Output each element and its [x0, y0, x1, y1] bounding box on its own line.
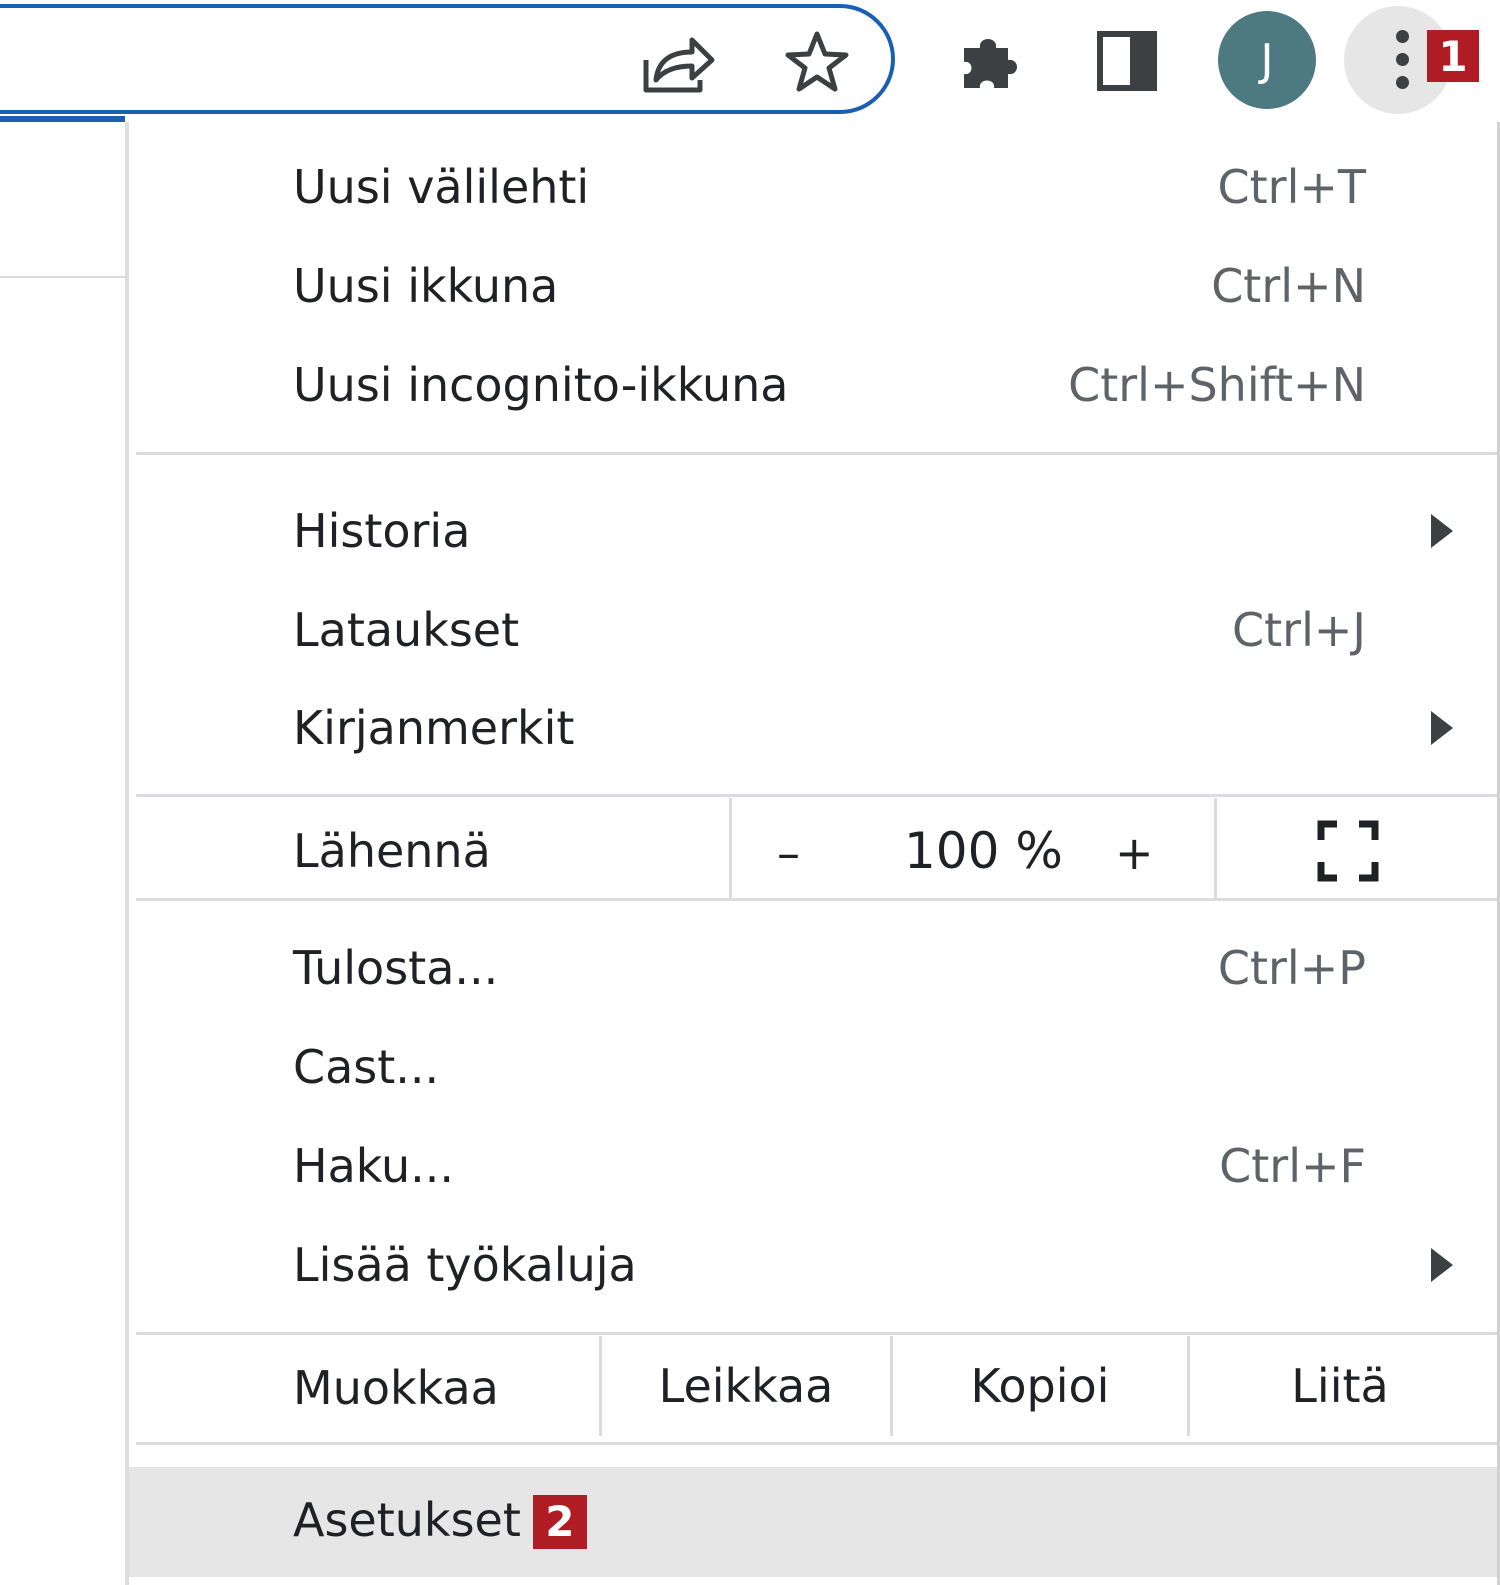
chrome-menu: Uusi välilehti Ctrl+T Uusi ikkuna Ctrl+N… — [129, 122, 1500, 1585]
menu-separator — [136, 452, 1497, 455]
menu-item-new-tab[interactable]: Uusi välilehti Ctrl+T — [129, 138, 1497, 236]
menu-item-new-window[interactable]: Uusi ikkuna Ctrl+N — [129, 237, 1497, 335]
zoom-out-button[interactable]: – — [777, 826, 800, 880]
zoom-divider — [729, 798, 732, 898]
menu-item-label: Kirjanmerkit — [293, 701, 575, 755]
paste-button[interactable]: Liitä — [1190, 1336, 1490, 1436]
submenu-arrow-icon — [1431, 1248, 1453, 1282]
menu-item-shortcut: Ctrl+J — [1232, 603, 1366, 657]
menu-item-print[interactable]: Tulosta... Ctrl+P — [129, 919, 1497, 1017]
zoom-row: Lähennä – 100 % + — [129, 798, 1497, 902]
menu-item-label: Tulosta... — [293, 941, 499, 995]
share-icon[interactable] — [640, 30, 716, 96]
browser-toolbar: J 1 — [0, 0, 1500, 120]
copy-button[interactable]: Kopioi — [893, 1336, 1187, 1436]
menu-item-more-tools[interactable]: Lisää työkaluja — [129, 1216, 1497, 1314]
settings-label: Asetukset — [293, 1493, 521, 1547]
submenu-arrow-icon — [1431, 711, 1453, 745]
menu-separator — [136, 794, 1497, 797]
menu-item-settings[interactable]: Asetukset 2 — [129, 1467, 1497, 1577]
menu-item-label: Cast... — [293, 1040, 440, 1094]
menu-item-label: Haku... — [293, 1139, 455, 1193]
zoom-label: Lähennä — [293, 824, 491, 878]
menu-separator — [136, 1332, 1497, 1335]
menu-item-cast[interactable]: Cast... — [129, 1018, 1497, 1116]
zoom-level: 100 % — [904, 822, 1063, 880]
menu-item-shortcut: Ctrl+P — [1217, 941, 1366, 995]
zoom-in-button[interactable]: + — [1115, 826, 1154, 880]
step-badge-2: 2 — [532, 1494, 587, 1549]
cut-button[interactable]: Leikkaa — [602, 1336, 890, 1436]
menu-item-bookmarks[interactable]: Kirjanmerkit — [129, 679, 1497, 777]
fullscreen-icon[interactable] — [1317, 820, 1379, 882]
menu-item-label: Uusi ikkuna — [293, 259, 559, 313]
menu-item-history[interactable]: Historia — [129, 482, 1497, 580]
menu-item-new-incognito-window[interactable]: Uusi incognito-ikkuna Ctrl+Shift+N — [129, 336, 1497, 434]
zoom-divider — [1214, 798, 1217, 898]
edit-label: Muokkaa — [293, 1361, 499, 1415]
more-vert-icon[interactable] — [1396, 30, 1410, 90]
avatar-initial: J — [1260, 34, 1274, 86]
menu-item-label: Asetukset 2 — [293, 1493, 587, 1551]
menu-item-label: Uusi välilehti — [293, 160, 590, 214]
avatar[interactable]: J — [1218, 11, 1316, 109]
page-divider — [0, 276, 125, 278]
submenu-arrow-icon — [1431, 514, 1453, 548]
star-icon[interactable] — [784, 30, 850, 94]
side-panel-icon[interactable] — [1096, 30, 1158, 92]
menu-item-find[interactable]: Haku... Ctrl+F — [129, 1117, 1497, 1215]
menu-item-downloads[interactable]: Lataukset Ctrl+J — [129, 581, 1497, 679]
menu-separator — [136, 1442, 1497, 1445]
menu-item-label: Uusi incognito-ikkuna — [293, 358, 789, 412]
extensions-icon[interactable] — [958, 30, 1024, 94]
menu-item-label: Lataukset — [293, 603, 520, 657]
page-content — [0, 122, 125, 1585]
menu-separator — [136, 898, 1497, 901]
address-bar[interactable] — [0, 4, 895, 114]
menu-item-label: Lisää työkaluja — [293, 1238, 637, 1292]
menu-item-shortcut: Ctrl+F — [1219, 1139, 1366, 1193]
menu-item-shortcut: Ctrl+T — [1217, 160, 1367, 214]
menu-item-label: Historia — [293, 504, 471, 558]
menu-item-shortcut: Ctrl+N — [1211, 259, 1366, 313]
edit-row: Muokkaa Leikkaa Kopioi Liitä — [129, 1336, 1497, 1436]
menu-item-shortcut: Ctrl+Shift+N — [1068, 358, 1366, 412]
step-badge-1: 1 — [1427, 30, 1479, 82]
